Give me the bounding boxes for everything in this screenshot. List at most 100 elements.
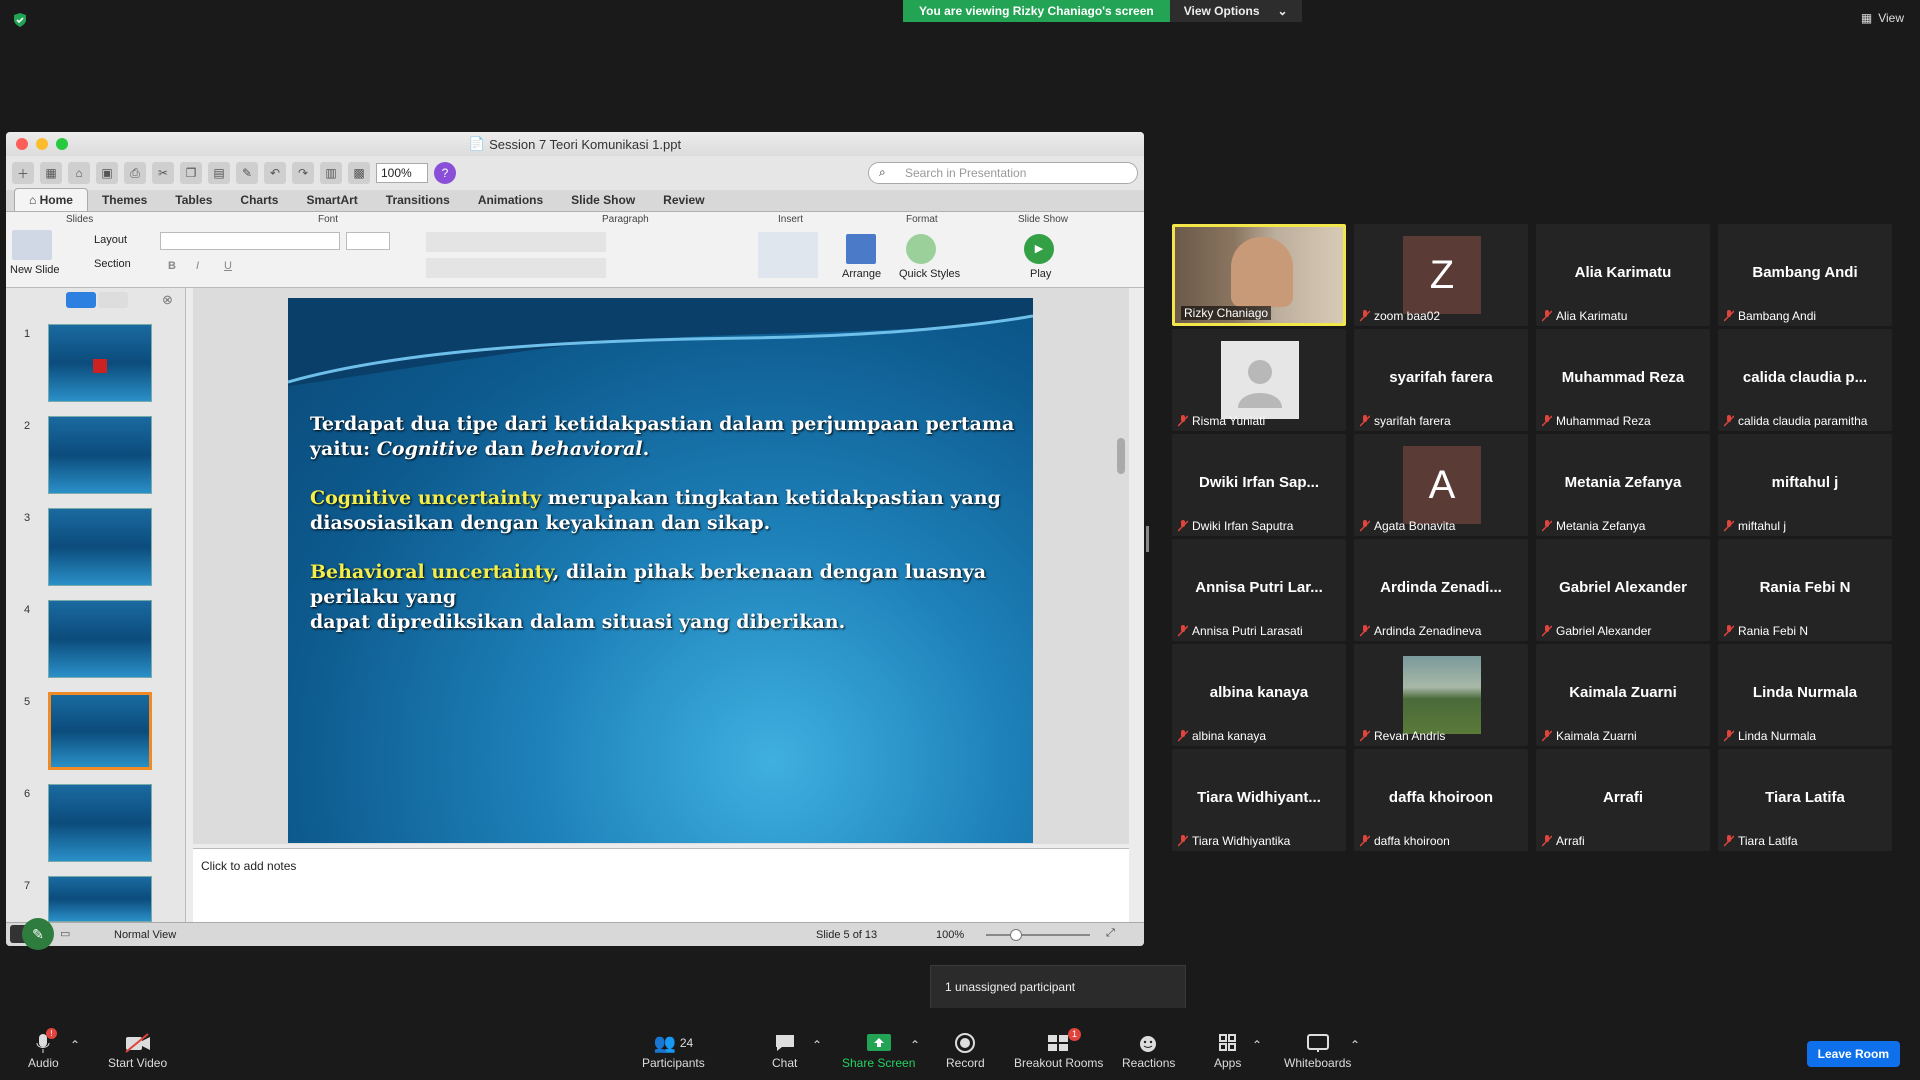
participant-tile[interactable]: Ardinda Zenadi... Ardinda Zenadineva: [1354, 539, 1528, 641]
slide-thumbnail-2[interactable]: [48, 416, 152, 494]
close-window-button[interactable]: [16, 138, 28, 150]
participant-tile[interactable]: Kaimala Zuarni Kaimala Zuarni: [1536, 644, 1710, 746]
participant-tile[interactable]: Alia Karimatu Alia Karimatu: [1536, 224, 1710, 326]
play-button[interactable]: Play: [1030, 268, 1051, 280]
chat-button[interactable]: Chat: [772, 1030, 797, 1070]
apps-button[interactable]: Apps: [1214, 1030, 1241, 1070]
participant-tile[interactable]: Revan Andris: [1354, 644, 1528, 746]
vertical-scrollbar[interactable]: [1117, 438, 1125, 474]
tab-home[interactable]: ⌂ Home: [14, 188, 88, 211]
tab-tables[interactable]: Tables: [161, 189, 226, 211]
reactions-button[interactable]: Reactions: [1122, 1030, 1175, 1070]
gallery-icon[interactable]: ▦: [40, 162, 62, 184]
participant-tile[interactable]: Metania Zefanya Metania Zefanya: [1536, 434, 1710, 536]
slides-view-tab[interactable]: [66, 292, 96, 308]
participant-tile[interactable]: Risma Yuniati: [1172, 329, 1346, 431]
participant-tile[interactable]: albina kanaya albina kanaya: [1172, 644, 1346, 746]
open-icon[interactable]: ⌂: [68, 162, 90, 184]
participant-tile[interactable]: Muhammad Reza Muhammad Reza: [1536, 329, 1710, 431]
underline-button[interactable]: U: [224, 260, 232, 272]
zoom-slider-thumb[interactable]: [1010, 929, 1022, 941]
zoom-window-button[interactable]: [56, 138, 68, 150]
minimize-window-button[interactable]: [36, 138, 48, 150]
tab-themes[interactable]: Themes: [88, 189, 161, 211]
sidebar-toggle-icon[interactable]: ▥: [320, 162, 342, 184]
view-button[interactable]: ▦ View: [1861, 11, 1904, 25]
slide-thumbnail-3[interactable]: [48, 508, 152, 586]
help-icon[interactable]: ?: [434, 162, 456, 184]
tab-animations[interactable]: Animations: [464, 189, 557, 211]
security-shield-icon[interactable]: [12, 12, 28, 28]
italic-button[interactable]: I: [196, 260, 199, 272]
copy-icon[interactable]: ❐: [180, 162, 202, 184]
arrange-button[interactable]: Arrange: [842, 268, 881, 280]
bold-button[interactable]: B: [168, 260, 176, 272]
media-browser-icon[interactable]: ▩: [348, 162, 370, 184]
tab-smartart[interactable]: SmartArt: [292, 189, 371, 211]
search-field[interactable]: ⌕ Search in Presentation: [868, 162, 1138, 184]
quick-styles-button[interactable]: Quick Styles: [899, 268, 960, 280]
participant-tile[interactable]: Linda Nurmala Linda Nurmala: [1718, 644, 1892, 746]
slide-thumbnail-6[interactable]: [48, 784, 152, 862]
undo-icon[interactable]: ↶: [264, 162, 286, 184]
alignment-toolbar[interactable]: [426, 258, 606, 278]
tab-slide-show[interactable]: Slide Show: [557, 189, 649, 211]
share-screen-button[interactable]: Share Screen: [842, 1030, 915, 1070]
participant-tile[interactable]: A Agata Bonavita: [1354, 434, 1528, 536]
bullets-toolbar[interactable]: [426, 232, 606, 252]
participant-tile[interactable]: Tiara Widhiyant... Tiara Widhiyantika: [1172, 749, 1346, 851]
outline-view-tab[interactable]: [98, 292, 128, 308]
annotate-pen-icon[interactable]: ✎: [22, 918, 54, 950]
current-slide[interactable]: Terdapat dua tipe dari ketidakpastian da…: [288, 298, 1033, 843]
insert-textbox-icon[interactable]: [758, 232, 818, 278]
tab-review[interactable]: Review: [649, 189, 718, 211]
participant-tile[interactable]: Zzoom baa02: [1354, 224, 1528, 326]
share-options-chevron-icon[interactable]: ⌃: [910, 1038, 920, 1052]
leave-room-button[interactable]: Leave Room: [1806, 1041, 1900, 1067]
font-size-select[interactable]: [346, 232, 390, 250]
start-video-button[interactable]: Start Video: [108, 1030, 167, 1070]
participant-tile[interactable]: Annisa Putri Lar... Annisa Putri Larasati: [1172, 539, 1346, 641]
participant-tile[interactable]: Dwiki Irfan Sap... Dwiki Irfan Saputra: [1172, 434, 1346, 536]
record-button[interactable]: Record: [946, 1030, 985, 1070]
participant-tile[interactable]: Rizky Chaniago: [1172, 224, 1346, 326]
format-painter-icon[interactable]: ✎: [236, 162, 258, 184]
new-icon[interactable]: ＋: [12, 162, 34, 184]
zoom-slider[interactable]: [986, 929, 1090, 941]
presenter-view-icon[interactable]: ▭: [60, 927, 70, 940]
cut-icon[interactable]: ✂: [152, 162, 174, 184]
close-panel-icon[interactable]: ⊗: [162, 292, 173, 308]
participant-tile[interactable]: Rania Febi N Rania Febi N: [1718, 539, 1892, 641]
participants-button[interactable]: 👥 24 Participants: [642, 1030, 705, 1071]
participant-tile[interactable]: Gabriel Alexander Gabriel Alexander: [1536, 539, 1710, 641]
paste-icon[interactable]: ▤: [208, 162, 230, 184]
slide-thumbnail-7[interactable]: [48, 876, 152, 922]
split-resize-handle[interactable]: [1146, 526, 1149, 552]
notes-pane[interactable]: Click to add notes: [193, 848, 1129, 922]
new-slide-button[interactable]: New Slide: [10, 264, 60, 276]
participant-tile[interactable]: daffa khoiroon daffa khoiroon: [1354, 749, 1528, 851]
whiteboards-button[interactable]: Whiteboards: [1284, 1030, 1351, 1070]
slide-thumbnail-1[interactable]: [48, 324, 152, 402]
audio-options-chevron-icon[interactable]: ⌃: [70, 1038, 80, 1052]
slide-thumbnail-4[interactable]: [48, 600, 152, 678]
participant-tile[interactable]: Arrafi Arrafi: [1536, 749, 1710, 851]
quick-styles-icon[interactable]: [906, 234, 936, 264]
participant-tile[interactable]: calida claudia p... calida claudia parami…: [1718, 329, 1892, 431]
tab-charts[interactable]: Charts: [226, 189, 292, 211]
layout-button[interactable]: Layout: [94, 234, 127, 246]
apps-options-chevron-icon[interactable]: ⌃: [1252, 1038, 1262, 1052]
zoom-select[interactable]: 100%: [376, 163, 428, 183]
participant-tile[interactable]: miftahul j miftahul j: [1718, 434, 1892, 536]
audio-button[interactable]: ! Audio: [28, 1028, 59, 1070]
chat-options-chevron-icon[interactable]: ⌃: [812, 1038, 822, 1052]
participant-tile[interactable]: syarifah farera syarifah farera: [1354, 329, 1528, 431]
view-options-button[interactable]: View Options ⌄: [1169, 0, 1302, 22]
whiteboard-options-chevron-icon[interactable]: ⌃: [1350, 1038, 1360, 1052]
redo-icon[interactable]: ↷: [292, 162, 314, 184]
participant-tile[interactable]: Tiara Latifa Tiara Latifa: [1718, 749, 1892, 851]
font-name-select[interactable]: [160, 232, 340, 250]
new-slide-icon[interactable]: [12, 230, 52, 260]
save-icon[interactable]: ▣: [96, 162, 118, 184]
fit-window-icon[interactable]: ⤢: [1106, 927, 1115, 940]
